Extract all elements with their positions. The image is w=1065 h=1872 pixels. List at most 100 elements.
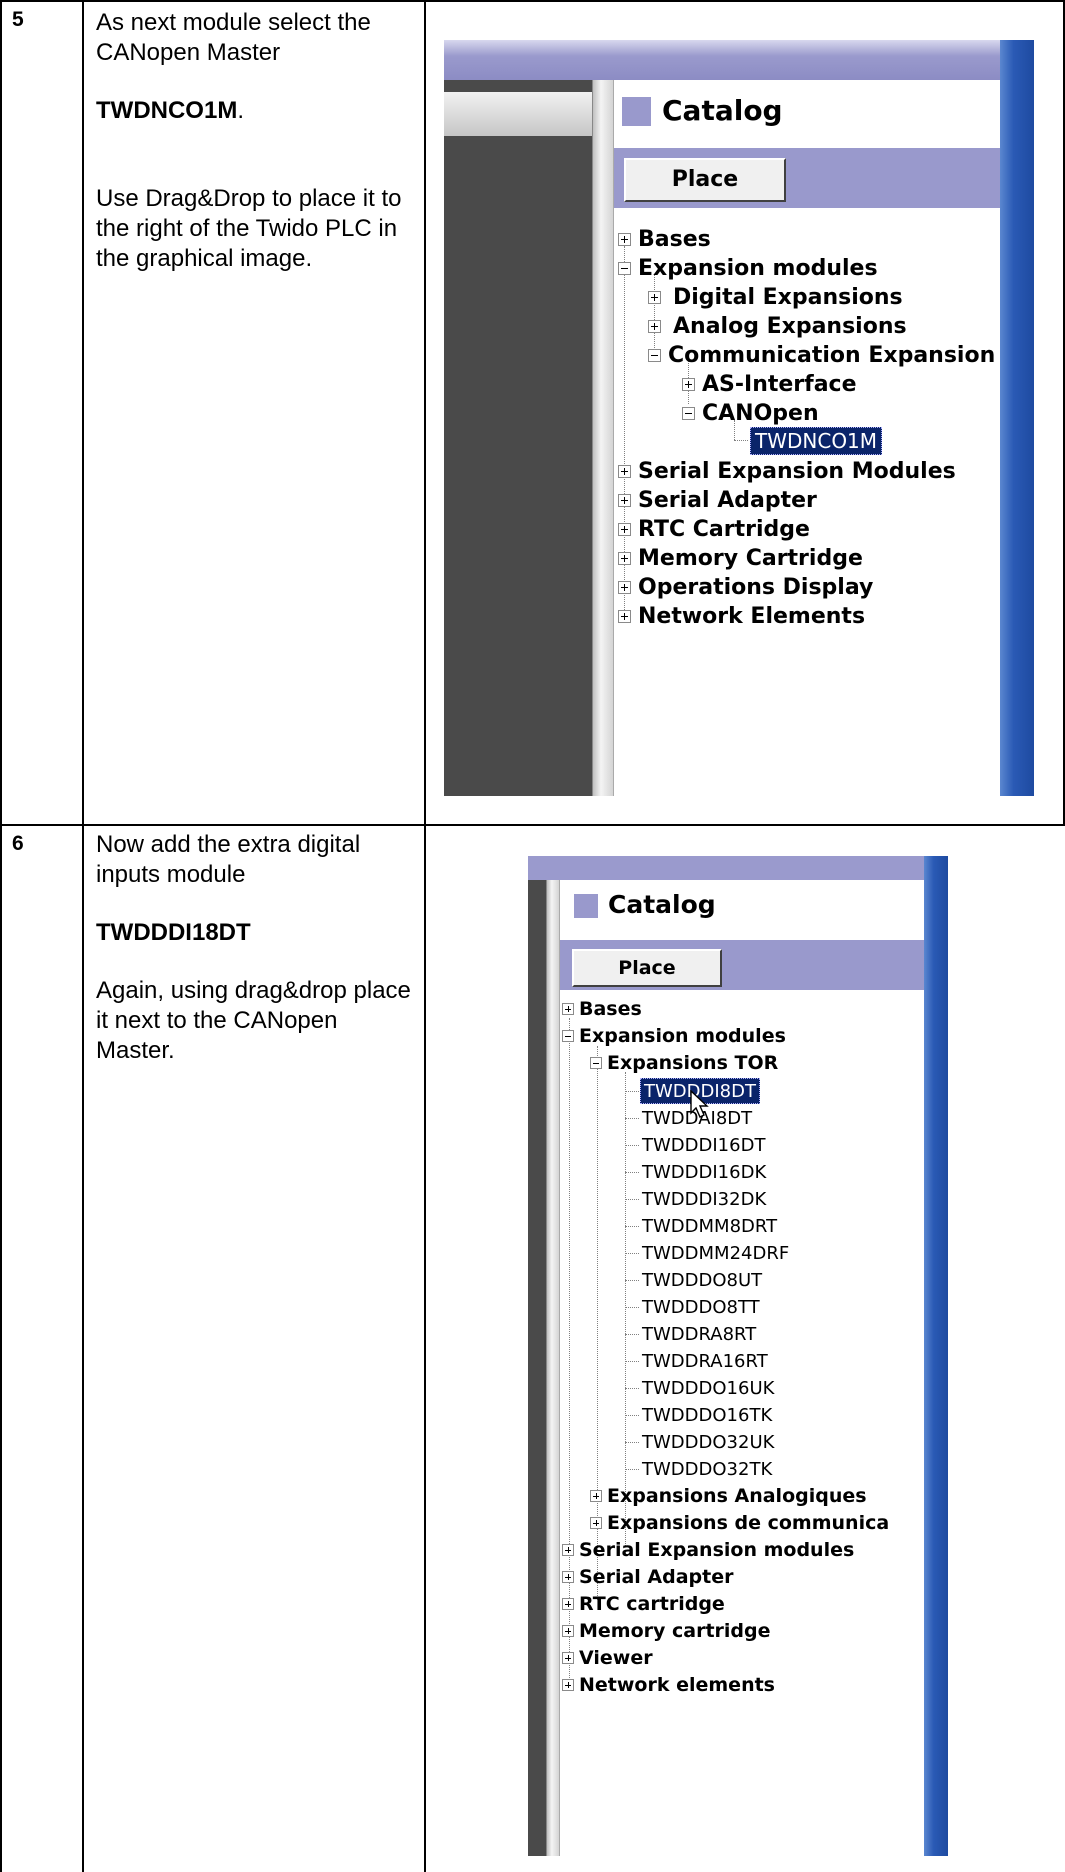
module-name: TWDNCO1M [96,97,238,124]
tree-node[interactable]: TWDDDI16DT [642,1132,765,1158]
tree-node[interactable]: RTC cartridge [562,1591,725,1617]
tree-node-label: Memory Cartridge [638,545,863,571]
expand-icon[interactable] [590,1517,602,1529]
tree-node[interactable]: TWDDMM8DRT [642,1213,777,1239]
tree-node[interactable]: Analog Expansions [648,311,907,341]
table-left-border [0,0,2,1872]
expand-icon[interactable] [618,232,631,246]
tree-node[interactable]: Serial Adapter [618,485,817,515]
tree-node[interactable]: Serial Adapter [562,1564,733,1590]
collapse-icon[interactable] [590,1057,602,1069]
tree-node[interactable]: TWDDRA8RT [642,1321,756,1347]
tree-node[interactable]: Serial Expansion modules [562,1537,854,1563]
side-strip [924,856,948,1856]
expand-icon[interactable] [562,1652,574,1664]
expand-icon[interactable] [648,319,661,333]
tree-node-label: Serial Adapter [579,1566,734,1588]
tree-node-selected[interactable]: TWDNCO1M [750,427,883,455]
tree-node-label: RTC cartridge [579,1593,725,1615]
tree-node[interactable]: CANOpen [682,398,819,428]
tree-guide [625,1469,639,1470]
tree-node-label: Serial Expansion Modules [638,458,956,484]
tree-guide [625,1072,626,1546]
expand-icon[interactable] [562,1598,574,1610]
tree-node[interactable]: TWDDDO16UK [642,1375,774,1401]
expand-icon[interactable] [618,551,631,565]
expand-icon[interactable] [618,522,631,536]
tree-node[interactable]: Memory Cartridge [618,543,863,573]
tree-node[interactable]: TWDDMM24DRF [642,1240,789,1266]
tree-node[interactable]: Expansions de communica [590,1510,889,1536]
splitter[interactable] [592,80,614,796]
expand-icon[interactable] [682,377,695,391]
tree-node[interactable]: Network elements [562,1672,775,1698]
tree-node[interactable]: AS-Interface [682,369,857,399]
catalog-tree: Bases Expansion modules Digital Expansio… [614,208,1000,768]
tree-guide [625,1361,639,1362]
tree-node[interactable]: Expansion modules [618,253,878,283]
expand-icon[interactable] [618,493,631,507]
step-instructions: As next module select the CANopen Master… [96,8,416,274]
expand-icon[interactable] [648,290,661,304]
catalog-tree: Bases Expansion modules Expansions TOR T… [560,990,924,1856]
step-instructions: Now add the extra digital inputs module … [96,830,416,1066]
tree-node[interactable]: TWDDDO8UT [642,1267,762,1293]
place-button[interactable]: Place [572,949,722,987]
collapse-icon[interactable] [648,348,661,362]
expand-icon[interactable] [562,1679,574,1691]
tree-guide [625,1334,639,1335]
module-name: TWDDDI18DT [96,919,251,946]
expand-icon[interactable] [590,1490,602,1502]
catalog-screenshot: Catalog Place Bases Expansion modules Ex… [528,856,948,1856]
instruction-text: Now add the extra digital inputs module [96,831,361,888]
tree-node[interactable]: Serial Expansion Modules [618,456,956,486]
instruction-text: Again, using drag&drop place it next to … [96,977,411,1064]
graphical-view-panel [444,80,592,796]
expand-icon[interactable] [562,1571,574,1583]
collapse-icon[interactable] [682,406,695,420]
tree-node[interactable]: Expansion modules [562,1023,786,1049]
tree-node[interactable]: TWDDDO32TK [642,1456,772,1482]
tree-node-label: Network Elements [638,603,866,629]
splitter[interactable] [546,880,560,1856]
tree-node[interactable]: Bases [562,996,642,1022]
tree-node[interactable]: Expansions TOR [590,1050,778,1076]
tree-node-label: Memory cartridge [579,1620,771,1642]
expand-icon[interactable] [562,1625,574,1637]
table-col-divider-2 [424,0,426,1872]
tree-node[interactable]: TWDDRA16RT [642,1348,768,1374]
tree-node[interactable]: Operations Display [618,572,873,602]
tree-node-label: Viewer [579,1647,653,1669]
expand-icon[interactable] [618,464,631,478]
expand-icon[interactable] [618,580,631,594]
tree-node[interactable]: Expansions Analogiques [590,1483,867,1509]
tree-node-label: Serial Adapter [638,487,817,513]
tree-node[interactable]: RTC Cartridge [618,514,810,544]
tree-node[interactable]: TWDDDO32UK [642,1429,774,1455]
collapse-icon[interactable] [562,1030,574,1042]
place-button[interactable]: Place [624,158,786,202]
step-number: 5 [12,8,24,31]
tree-node[interactable]: TWDDDI32DK [642,1186,766,1212]
tree-node[interactable]: TWDDDI16DK [642,1159,766,1185]
tree-node[interactable]: Bases [618,224,711,254]
expand-icon[interactable] [562,1003,574,1015]
module-suffix: . [237,97,244,124]
tree-node[interactable]: Network Elements [618,601,865,631]
tree-guide [625,1253,639,1254]
expand-icon[interactable] [562,1544,574,1556]
tree-node-label: Expansions Analogiques [607,1485,867,1507]
tree-node-label: Network elements [579,1674,775,1696]
module-name-line: TWDNCO1M. [96,96,416,126]
tree-node[interactable]: Viewer [562,1645,653,1671]
tree-guide [625,1226,639,1227]
collapse-icon[interactable] [618,261,631,275]
tree-node[interactable]: Communication Expansion [648,340,995,370]
tree-node[interactable]: Memory cartridge [562,1618,771,1644]
tree-node-label: Bases [638,226,711,252]
tree-node[interactable]: TWDDDO8TT [642,1294,760,1320]
tree-guide [625,1307,639,1308]
tree-node[interactable]: TWDDDO16TK [642,1402,772,1428]
tree-node[interactable]: Digital Expansions [648,282,903,312]
expand-icon[interactable] [618,609,631,623]
